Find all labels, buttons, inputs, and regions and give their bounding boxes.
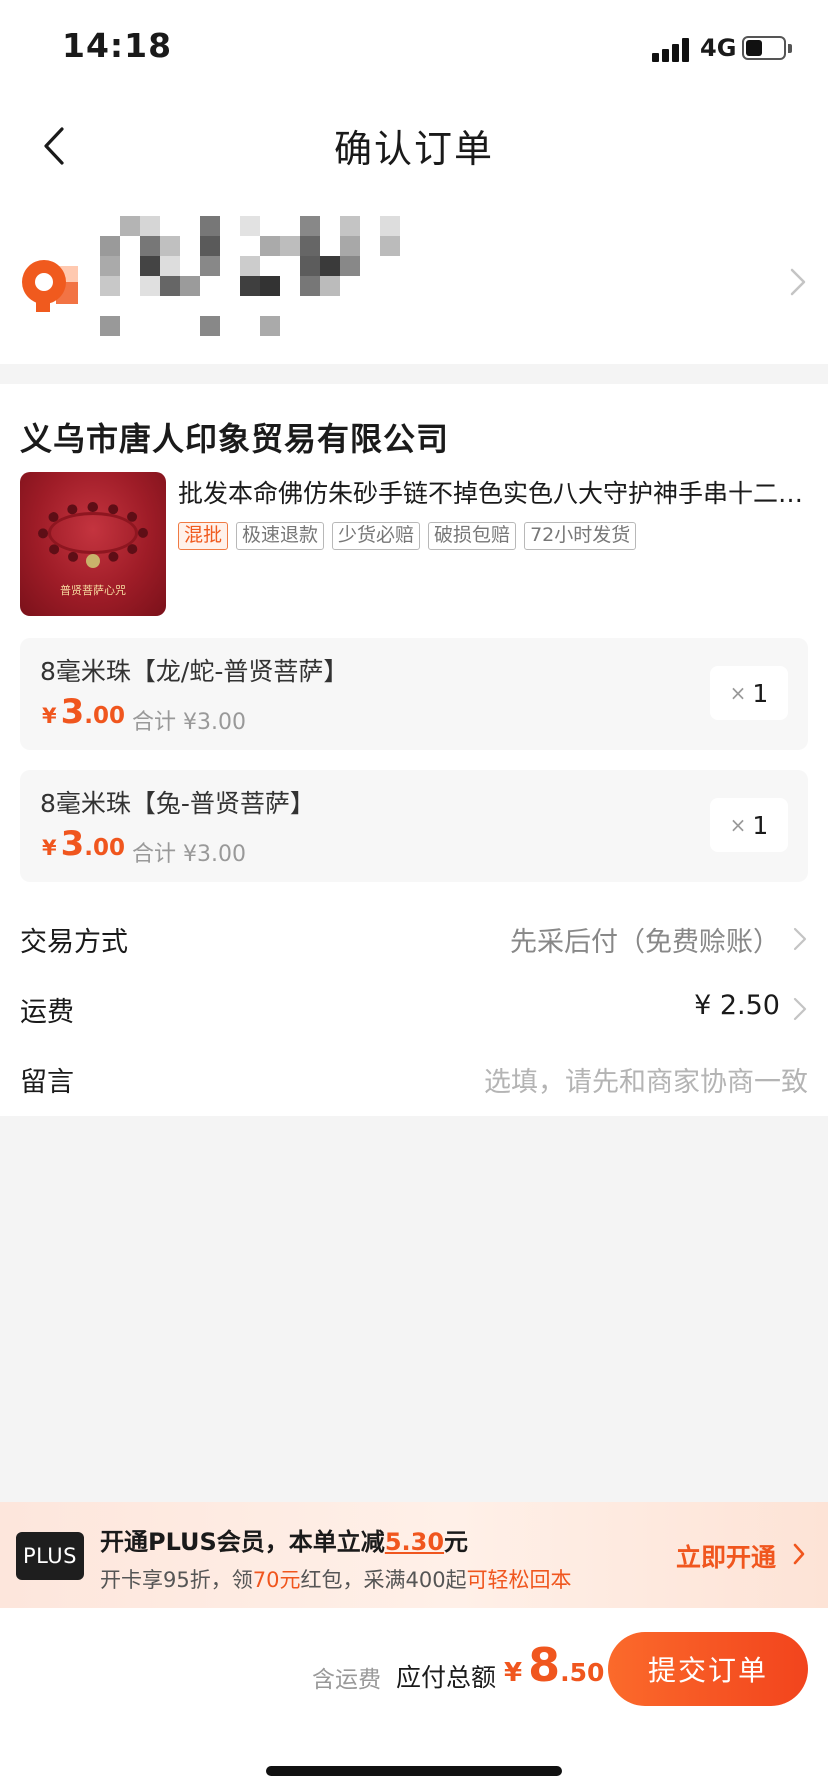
address-card[interactable]	[0, 196, 828, 364]
total-label: 应付总额	[396, 1663, 497, 1692]
shipping-fee-row[interactable]: 运费 ¥ 2.50	[0, 972, 828, 1042]
total-decimal: .50	[560, 1658, 605, 1687]
sku-item: 8毫米珠【龙/蛇-普贤菩萨】 ¥ 3 .00 合计 ¥3.00 × 1	[20, 638, 808, 750]
quantity-multiply-sign: ×	[729, 681, 747, 705]
sku-quantity-stepper[interactable]: × 1	[710, 666, 788, 720]
home-indicator	[266, 1766, 562, 1776]
sku-name: 8毫米珠【兔-普贤菩萨】	[40, 789, 315, 818]
signal-icon	[652, 38, 692, 62]
sku-subtotal: 合计 ¥3.00	[132, 842, 246, 867]
status-bar: 14:18 4G	[0, 0, 828, 96]
sku-price: ¥ 3 .00	[42, 692, 125, 732]
page-title: 确认订单	[333, 127, 494, 171]
plus-subtitle: 开卡享95折，领70元红包，采满400起可轻松回本	[100, 1564, 572, 1594]
sku-price-integer: 3	[60, 824, 85, 864]
sku-name: 8毫米珠【龙/蛇-普贤菩萨】	[40, 657, 349, 686]
status-time: 14:18	[62, 26, 173, 65]
quantity-multiply-sign: ×	[729, 813, 747, 837]
chevron-right-icon	[793, 1543, 805, 1565]
sku-quantity-stepper[interactable]: × 1	[710, 798, 788, 852]
sku-quantity: 1	[752, 810, 769, 840]
shipping-fee-value: ¥ 2.50	[694, 990, 780, 1021]
message-row: 留言 选填，请先和商家协商一致	[0, 1042, 828, 1112]
trade-method-value: 先采后付（免费赊账）	[510, 927, 780, 958]
plus-logo: PLUS	[16, 1532, 84, 1580]
tag-fast-refund: 极速退款	[236, 522, 325, 550]
sku-quantity: 1	[752, 678, 769, 708]
trade-method-row[interactable]: 交易方式 先采后付（免费赊账）	[0, 902, 828, 972]
plus-title-prefix: 开通PLUS会员，本单立减	[100, 1528, 385, 1556]
tag-damage-compensation: 破损包赔	[428, 522, 517, 550]
plus-membership-banner[interactable]: PLUS 开通PLUS会员，本单立减5.30元 开卡享95折，领70元红包，采满…	[0, 1502, 828, 1608]
total-integer: 8	[528, 1638, 561, 1692]
service-tags: 混批 极速退款 少货必赔 破损包赔 72小时发货	[178, 522, 637, 550]
total-amount: ¥ 8 .50	[504, 1638, 604, 1692]
plus-open-button[interactable]: 立即开通	[676, 1538, 776, 1574]
location-pin-icon	[22, 260, 78, 312]
sku-price-currency: ¥	[42, 704, 57, 728]
sku-price-decimal: .00	[84, 835, 126, 861]
plus-sub-text-1: 开卡享95折，领	[100, 1568, 253, 1592]
battery-icon	[742, 36, 786, 60]
plus-payback-text: 可轻松回本	[466, 1568, 572, 1592]
submit-order-button[interactable]: 提交订单	[608, 1632, 808, 1706]
chevron-right-icon	[790, 268, 806, 296]
address-redacted	[100, 216, 460, 346]
product-image-caption: 普贤菩萨心咒	[60, 584, 126, 597]
bracelet-charm	[86, 554, 100, 568]
network-label: 4G	[700, 34, 737, 62]
message-input[interactable]: 选填，请先和商家协商一致	[484, 1060, 808, 1099]
sku-price-currency: ¥	[42, 836, 57, 860]
plus-title-suffix: 元	[444, 1528, 469, 1556]
nav-bar: 确认订单	[0, 96, 828, 196]
sku-price-decimal: .00	[84, 703, 126, 729]
sku-price: ¥ 3 .00	[42, 824, 125, 864]
plus-title: 开通PLUS会员，本单立减5.30元	[100, 1522, 468, 1557]
product-image[interactable]: 普贤菩萨心咒	[20, 472, 166, 616]
tag-mixed-batch: 混批	[178, 522, 229, 550]
message-label: 留言	[20, 1067, 74, 1098]
back-arrow-icon	[44, 127, 64, 165]
sku-item: 8毫米珠【兔-普贤菩萨】 ¥ 3 .00 合计 ¥3.00 × 1	[20, 770, 808, 882]
order-card: 义乌市唐人印象贸易有限公司 普贤菩萨心咒 批发本命佛仿朱砂手链不掉色实色八大守护…	[0, 384, 828, 1116]
plus-sub-text-2: 红包，采满400起	[300, 1568, 467, 1592]
chevron-right-icon	[793, 927, 807, 951]
freight-included-note: 含运费	[312, 1667, 381, 1693]
chevron-right-icon	[793, 997, 807, 1021]
checkout-bar: 含运费 应付总额 ¥ 8 .50 提交订单	[0, 1608, 828, 1792]
sku-subtotal: 合计 ¥3.00	[132, 710, 246, 735]
trade-method-label: 交易方式	[20, 927, 128, 958]
back-button[interactable]	[26, 118, 82, 174]
sku-price-integer: 3	[60, 692, 85, 732]
total-currency: ¥	[504, 1658, 523, 1688]
tag-72h-shipping: 72小时发货	[524, 522, 637, 550]
tag-shortage-compensation: 少货必赔	[332, 522, 421, 550]
shipping-fee-label: 运费	[20, 997, 74, 1028]
battery-cap	[788, 44, 792, 53]
plus-discount-amount: 5.30	[384, 1528, 445, 1556]
plus-red-packet-amount: 70元	[252, 1568, 301, 1592]
store-name[interactable]: 义乌市唐人印象贸易有限公司	[20, 414, 449, 460]
product-title[interactable]: 批发本命佛仿朱砂手链不掉色实色八大守护神手串十二生肖饰品	[178, 474, 808, 510]
